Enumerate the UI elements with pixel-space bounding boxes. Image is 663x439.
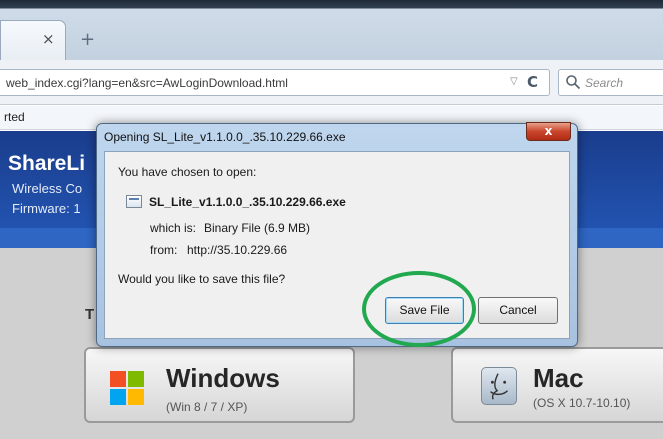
file-type-value: Binary File (6.9 MB) — [204, 221, 311, 235]
from-label: from: — [150, 243, 178, 257]
windows-logo-icon — [110, 371, 144, 405]
dialog-close-button[interactable]: x — [526, 122, 571, 141]
download-heading: T — [85, 306, 95, 323]
which-is-label: which is: — [150, 221, 197, 235]
dialog-filename: SL_Lite_v1.1.0.0_.35.10.229.66.exe — [149, 195, 346, 209]
search-input[interactable]: Search — [585, 76, 623, 90]
brand-title: ShareLi — [8, 152, 86, 175]
firmware-label: Firmware: 1 — [12, 201, 81, 216]
dialog-title: Opening SL_Lite_v1.1.0.0_.35.10.229.66.e… — [104, 130, 346, 144]
url-text[interactable]: web_index.cgi?lang=en&src=AwLoginDownloa… — [6, 76, 288, 90]
mac-finder-icon — [481, 367, 517, 405]
reload-icon[interactable]: C — [527, 73, 538, 91]
search-icon — [566, 75, 581, 90]
windows-download-button[interactable]: Windows (Win 8 / 7 / XP) — [84, 347, 355, 423]
cancel-button[interactable]: Cancel — [478, 297, 558, 324]
save-file-button[interactable]: Save File — [385, 297, 464, 324]
brand-subtitle: Wireless Co — [12, 181, 83, 196]
url-dropdown-icon[interactable]: ▽ — [510, 76, 518, 87]
search-box[interactable]: Search — [558, 69, 663, 96]
new-tab-icon[interactable]: + — [80, 29, 95, 50]
windows-subtitle: (Win 8 / 7 / XP) — [166, 400, 248, 414]
windows-title: Windows — [166, 363, 280, 393]
mac-download-button[interactable]: Mac (OS X 10.7-10.10) — [451, 347, 663, 423]
browser-titlebar — [0, 0, 663, 60]
mac-subtitle: (OS X 10.7-10.10) — [533, 396, 631, 410]
tab-close-icon[interactable]: × — [42, 30, 55, 48]
bookmark-item[interactable]: rted — [4, 110, 25, 124]
url-bar[interactable]: web_index.cgi?lang=en&src=AwLoginDownloa… — [0, 69, 550, 96]
file-icon — [126, 195, 142, 208]
dialog-prompt: You have chosen to open: — [118, 165, 257, 179]
browser-tab[interactable] — [0, 20, 66, 60]
dialog-question: Would you like to save this file? — [118, 272, 286, 286]
mac-title: Mac — [533, 363, 584, 393]
source-url-value: http://35.10.229.66 — [187, 243, 288, 257]
